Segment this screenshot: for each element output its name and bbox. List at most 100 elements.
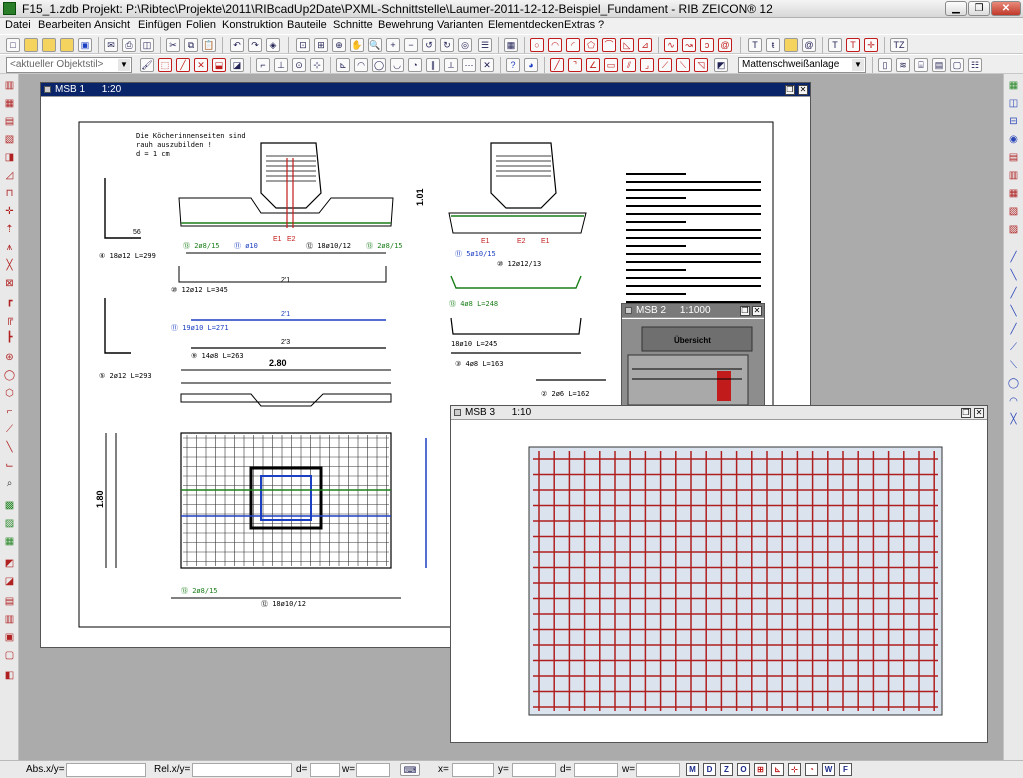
curve-icon[interactable]: ↝ xyxy=(682,38,696,52)
stirrup-icon[interactable]: ╔ xyxy=(3,314,16,327)
select-area-icon[interactable]: ⬓ xyxy=(212,58,226,72)
bar-import-icon[interactable]: ▢ xyxy=(3,650,16,663)
rebar-shape-icon[interactable]: ┣ xyxy=(3,332,16,345)
brush-icon[interactable]: 🖌 xyxy=(140,58,154,72)
menu-konstruktion[interactable]: Konstruktion xyxy=(222,19,283,31)
restore-icon[interactable]: ❐ xyxy=(740,306,750,316)
circle-icon[interactable]: ○ xyxy=(530,38,544,52)
move-text-icon[interactable]: ✛ xyxy=(864,38,878,52)
maximize-button[interactable]: ❐ xyxy=(968,1,990,16)
text-style-icon[interactable]: T xyxy=(828,38,842,52)
arc-icon[interactable]: ◠ xyxy=(548,38,562,52)
layer-panel-icon[interactable]: ▧ xyxy=(1007,206,1020,219)
open-icon[interactable] xyxy=(24,38,38,52)
line5-tool-icon[interactable]: ╱ xyxy=(1007,324,1020,337)
mesh-icon[interactable]: ▩ xyxy=(3,500,16,513)
layer-icon[interactable]: ◈ xyxy=(266,38,280,52)
overview-canvas[interactable]: Übersicht xyxy=(622,319,764,405)
frame-icon[interactable]: ▢ xyxy=(950,58,964,72)
circle-tool-icon[interactable]: ◯ xyxy=(1007,378,1020,391)
stretch-icon[interactable]: ◹ xyxy=(694,58,708,72)
line-tool-icon[interactable]: ╱ xyxy=(1007,252,1020,265)
search-icon[interactable]: ⌕ xyxy=(3,478,16,491)
zoom-out-icon[interactable]: − xyxy=(404,38,418,52)
trim-icon[interactable]: ⊿ xyxy=(638,38,652,52)
snap-mid-icon[interactable]: ⊥ xyxy=(274,58,288,72)
folder-tree-icon[interactable]: ▤ xyxy=(1007,152,1020,165)
line-icon[interactable]: ╱ xyxy=(550,58,564,72)
line3-tool-icon[interactable]: ╱ xyxy=(1007,288,1020,301)
paste-icon[interactable]: 📋 xyxy=(202,38,216,52)
opening-icon[interactable]: ◨ xyxy=(3,152,16,165)
rebar-ring-icon[interactable]: ◯ xyxy=(3,370,16,383)
cross-tool-icon[interactable]: ╳ xyxy=(1007,414,1020,427)
polygon-icon[interactable]: ⬠ xyxy=(584,38,598,52)
layer-select-icon[interactable]: ◪ xyxy=(230,58,244,72)
bar-table-icon[interactable]: ▥ xyxy=(3,614,16,627)
menu-bewehrung[interactable]: Bewehrung xyxy=(378,19,434,31)
delete-select-icon[interactable]: ✕ xyxy=(194,58,208,72)
stair-icon[interactable]: ◿ xyxy=(3,170,16,183)
menu-varianten[interactable]: Varianten xyxy=(437,19,483,31)
zoom-next-icon[interactable]: ↻ xyxy=(440,38,454,52)
folder-icon[interactable] xyxy=(60,38,74,52)
extension-icon[interactable]: ⋯ xyxy=(462,58,476,72)
ortho-toggle-icon[interactable]: ⊾ xyxy=(771,763,784,776)
arc2-icon[interactable]: ◜ xyxy=(566,38,580,52)
mode-z-button[interactable]: Z xyxy=(720,763,733,776)
text-icon[interactable]: T xyxy=(748,38,762,52)
extend-icon[interactable]: ⟋ xyxy=(658,58,672,72)
rebar-circle-icon[interactable]: ⊛ xyxy=(3,352,16,365)
mail-icon[interactable]: ✉ xyxy=(104,38,118,52)
spline-icon[interactable]: ∿ xyxy=(664,38,678,52)
zoom-icon[interactable]: 🔍 xyxy=(368,38,382,52)
snap-toggle-icon[interactable]: ⊞ xyxy=(754,763,767,776)
bar-list-icon[interactable]: ▤ xyxy=(3,596,16,609)
menu-schnitte[interactable]: Schnitte xyxy=(333,19,373,31)
help-icon[interactable]: ? xyxy=(506,58,520,72)
redo-icon[interactable]: ↷ xyxy=(248,38,262,52)
print-icon[interactable]: ⎙ xyxy=(122,38,136,52)
tangent-icon[interactable]: ◡ xyxy=(390,58,404,72)
line4-tool-icon[interactable]: ╲ xyxy=(1007,306,1020,319)
intersection-icon[interactable]: ✕ xyxy=(480,58,494,72)
zoom-in-icon[interactable]: + xyxy=(386,38,400,52)
camera-icon[interactable]: ◫ xyxy=(1007,98,1020,111)
print-preview-icon[interactable]: ◫ xyxy=(140,38,154,52)
select-line-icon[interactable]: ╱ xyxy=(176,58,190,72)
hook-icon[interactable]: ↄ xyxy=(700,38,714,52)
rebar-icon[interactable]: ┏ xyxy=(3,296,16,309)
dimension-icon[interactable]: ╳ xyxy=(3,260,16,273)
angle-line-icon[interactable]: ∠ xyxy=(586,58,600,72)
msb3-window[interactable]: MSB 3 1:10 ❐ ✕ xyxy=(450,405,988,743)
mode-w-button[interactable]: W xyxy=(822,763,835,776)
perpendicular-icon[interactable]: ⟂ xyxy=(444,58,458,72)
wall-icon[interactable]: ▥ xyxy=(3,80,16,93)
copy-icon[interactable]: ⧉ xyxy=(184,38,198,52)
close-icon[interactable]: ✕ xyxy=(974,408,984,418)
beam-icon[interactable]: ▤ xyxy=(3,116,16,129)
eye-icon[interactable]: ◉ xyxy=(1007,134,1020,147)
mode-f-button[interactable]: F xyxy=(839,763,852,776)
bar-export-icon[interactable]: ▣ xyxy=(3,632,16,645)
properties-icon[interactable]: ☰ xyxy=(478,38,492,52)
mark-icon[interactable]: ⊠ xyxy=(3,278,16,291)
close-icon[interactable]: ✕ xyxy=(798,85,808,95)
mesh-list-icon[interactable]: ▦ xyxy=(3,536,16,549)
arc-tool-icon[interactable]: ◠ xyxy=(1007,396,1020,409)
rebar-hex-icon[interactable]: ⬡ xyxy=(3,388,16,401)
msb2-window[interactable]: MSB 2 1:1000 ❐ ✕ Übersicht xyxy=(621,303,765,405)
zoom-all-icon[interactable]: ⊞ xyxy=(314,38,328,52)
rectangle-icon[interactable]: ▭ xyxy=(604,58,618,72)
close-button[interactable]: ✕ xyxy=(991,1,1021,16)
view-icon[interactable]: ▦ xyxy=(1007,80,1020,93)
menu-bauteile[interactable]: Bauteile xyxy=(287,19,327,31)
quadrant-icon[interactable]: ◔ xyxy=(408,58,422,72)
restore-icon[interactable]: ❐ xyxy=(785,85,795,95)
mode-m-button[interactable]: M xyxy=(686,763,699,776)
plot-icon[interactable]: ◧ xyxy=(3,670,16,683)
menu-einfuegen[interactable]: Einfügen xyxy=(138,19,181,31)
label-icon[interactable] xyxy=(784,38,798,52)
table-icon[interactable]: ▤ xyxy=(932,58,946,72)
menu-extras[interactable]: Extras xyxy=(564,19,595,31)
